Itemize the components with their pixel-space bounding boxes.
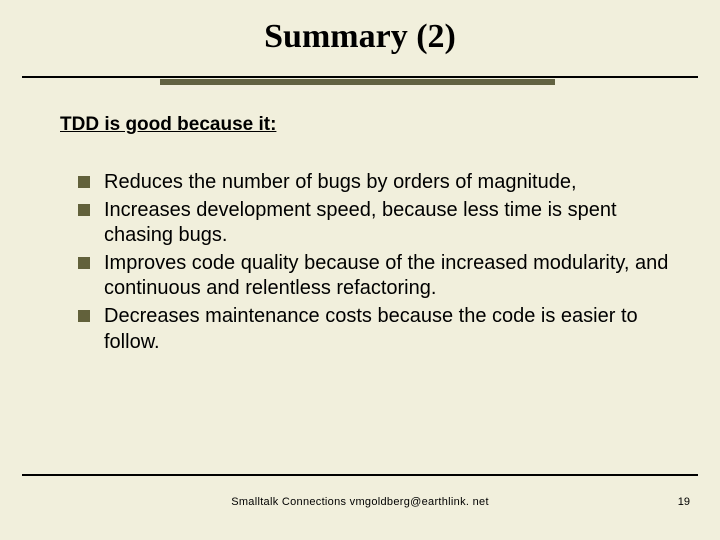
bullet-item: Improves code quality because of the inc… (78, 251, 690, 302)
footer-divider (22, 474, 698, 476)
divider-thick-bar (160, 79, 555, 85)
square-bullet-icon (78, 257, 90, 269)
square-bullet-icon (78, 176, 90, 188)
bullet-text: Increases development speed, because les… (104, 199, 617, 247)
bullet-list: Reduces the number of bugs by orders of … (78, 170, 690, 355)
slide-title: Summary (2) (0, 18, 720, 56)
slide: Summary (2) TDD is good because it: Redu… (0, 0, 720, 540)
page-number: 19 (678, 496, 690, 508)
bullet-item: Reduces the number of bugs by orders of … (78, 170, 690, 196)
bullet-item: Decreases maintenance costs because the … (78, 304, 690, 355)
divider-thin-line (22, 76, 698, 78)
bullet-item: Increases development speed, because les… (78, 198, 690, 249)
bullet-text: Decreases maintenance costs because the … (104, 305, 638, 353)
bullet-text: Improves code quality because of the inc… (104, 252, 668, 300)
bullet-text: Reduces the number of bugs by orders of … (104, 171, 577, 193)
square-bullet-icon (78, 204, 90, 216)
footer-text: Smalltalk Connections vmgoldberg@earthli… (0, 496, 720, 508)
subheading: TDD is good because it: (60, 114, 720, 136)
square-bullet-icon (78, 310, 90, 322)
title-divider (0, 76, 720, 84)
